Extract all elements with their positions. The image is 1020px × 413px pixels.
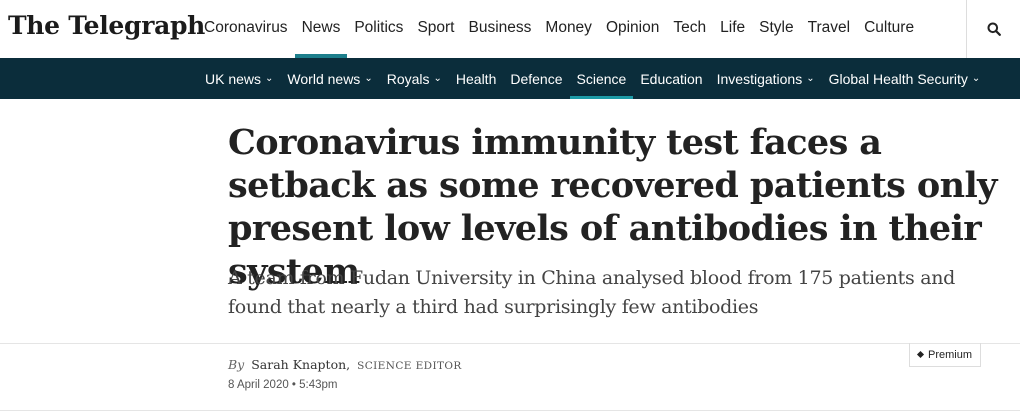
- nav-item-tech[interactable]: Tech: [666, 0, 713, 58]
- diamond-icon: [916, 350, 925, 359]
- byline-prefix: By: [228, 357, 245, 372]
- author-role: SCIENCE EDITOR: [357, 360, 462, 372]
- byline: By Sarah Knapton, SCIENCE EDITOR: [228, 357, 462, 372]
- author-link[interactable]: Sarah Knapton,: [251, 357, 350, 372]
- nav-item-life[interactable]: Life: [713, 0, 752, 58]
- top-bar: The Telegraph Coronavirus News Politics …: [0, 0, 1020, 58]
- subnav-item-royals[interactable]: Royals ⌄: [380, 58, 449, 99]
- subnav-item-world-news[interactable]: World news ⌄: [280, 58, 379, 99]
- nav-item-sport[interactable]: Sport: [410, 0, 461, 58]
- subnav-label: Royals: [386, 70, 430, 87]
- subnav-item-investigations[interactable]: Investigations ⌄: [710, 58, 822, 99]
- nav-item-style[interactable]: Style: [752, 0, 800, 58]
- main-nav: Coronavirus News Politics Sport Business…: [197, 0, 921, 58]
- subnav-item-health[interactable]: Health: [449, 58, 503, 99]
- nav-item-coronavirus[interactable]: Coronavirus: [197, 0, 295, 58]
- subnav-label: Global Health Security: [828, 70, 968, 87]
- chevron-down-icon: ⌄: [806, 73, 815, 84]
- premium-badge: Premium: [909, 343, 981, 367]
- chevron-down-icon: ⌄: [433, 73, 442, 84]
- nav-item-opinion[interactable]: Opinion: [599, 0, 666, 58]
- premium-label: Premium: [927, 348, 972, 361]
- subnav-item-defence[interactable]: Defence: [503, 58, 569, 99]
- chevron-down-icon: ⌄: [265, 73, 274, 84]
- divider: [0, 343, 1020, 344]
- chevron-down-icon: ⌄: [364, 73, 373, 84]
- subnav-item-science[interactable]: Science: [569, 58, 634, 99]
- subnav-label: Investigations: [716, 70, 803, 87]
- subnav-item-education[interactable]: Education: [633, 58, 709, 99]
- subnav-label: UK news: [205, 70, 262, 87]
- article-standfirst: A team from Fudan University in China an…: [228, 267, 956, 318]
- chevron-down-icon: ⌄: [971, 73, 981, 84]
- nav-item-news[interactable]: News: [294, 0, 348, 58]
- nav-item-culture[interactable]: Culture: [857, 0, 921, 58]
- divider: [0, 410, 1020, 411]
- search-button[interactable]: [966, 0, 1020, 58]
- nav-item-travel[interactable]: Travel: [801, 0, 858, 58]
- nav-item-money[interactable]: Money: [538, 0, 599, 58]
- nav-item-business[interactable]: Business: [462, 0, 539, 58]
- subnav-label: World news: [287, 70, 361, 87]
- publish-date: 8 April 2020 • 5:43pm: [228, 379, 338, 391]
- telegraph-logo[interactable]: The Telegraph: [8, 11, 205, 40]
- nav-item-politics[interactable]: Politics: [347, 0, 410, 58]
- subnav-item-uk-news[interactable]: UK news ⌄: [198, 58, 280, 99]
- section-subnav: UK news ⌄ World news ⌄ Royals ⌄ Health Defe…: [0, 58, 1020, 99]
- search-icon: [987, 22, 1001, 36]
- subnav-item-global-health-security[interactable]: Global Health Security ⌄: [822, 58, 988, 99]
